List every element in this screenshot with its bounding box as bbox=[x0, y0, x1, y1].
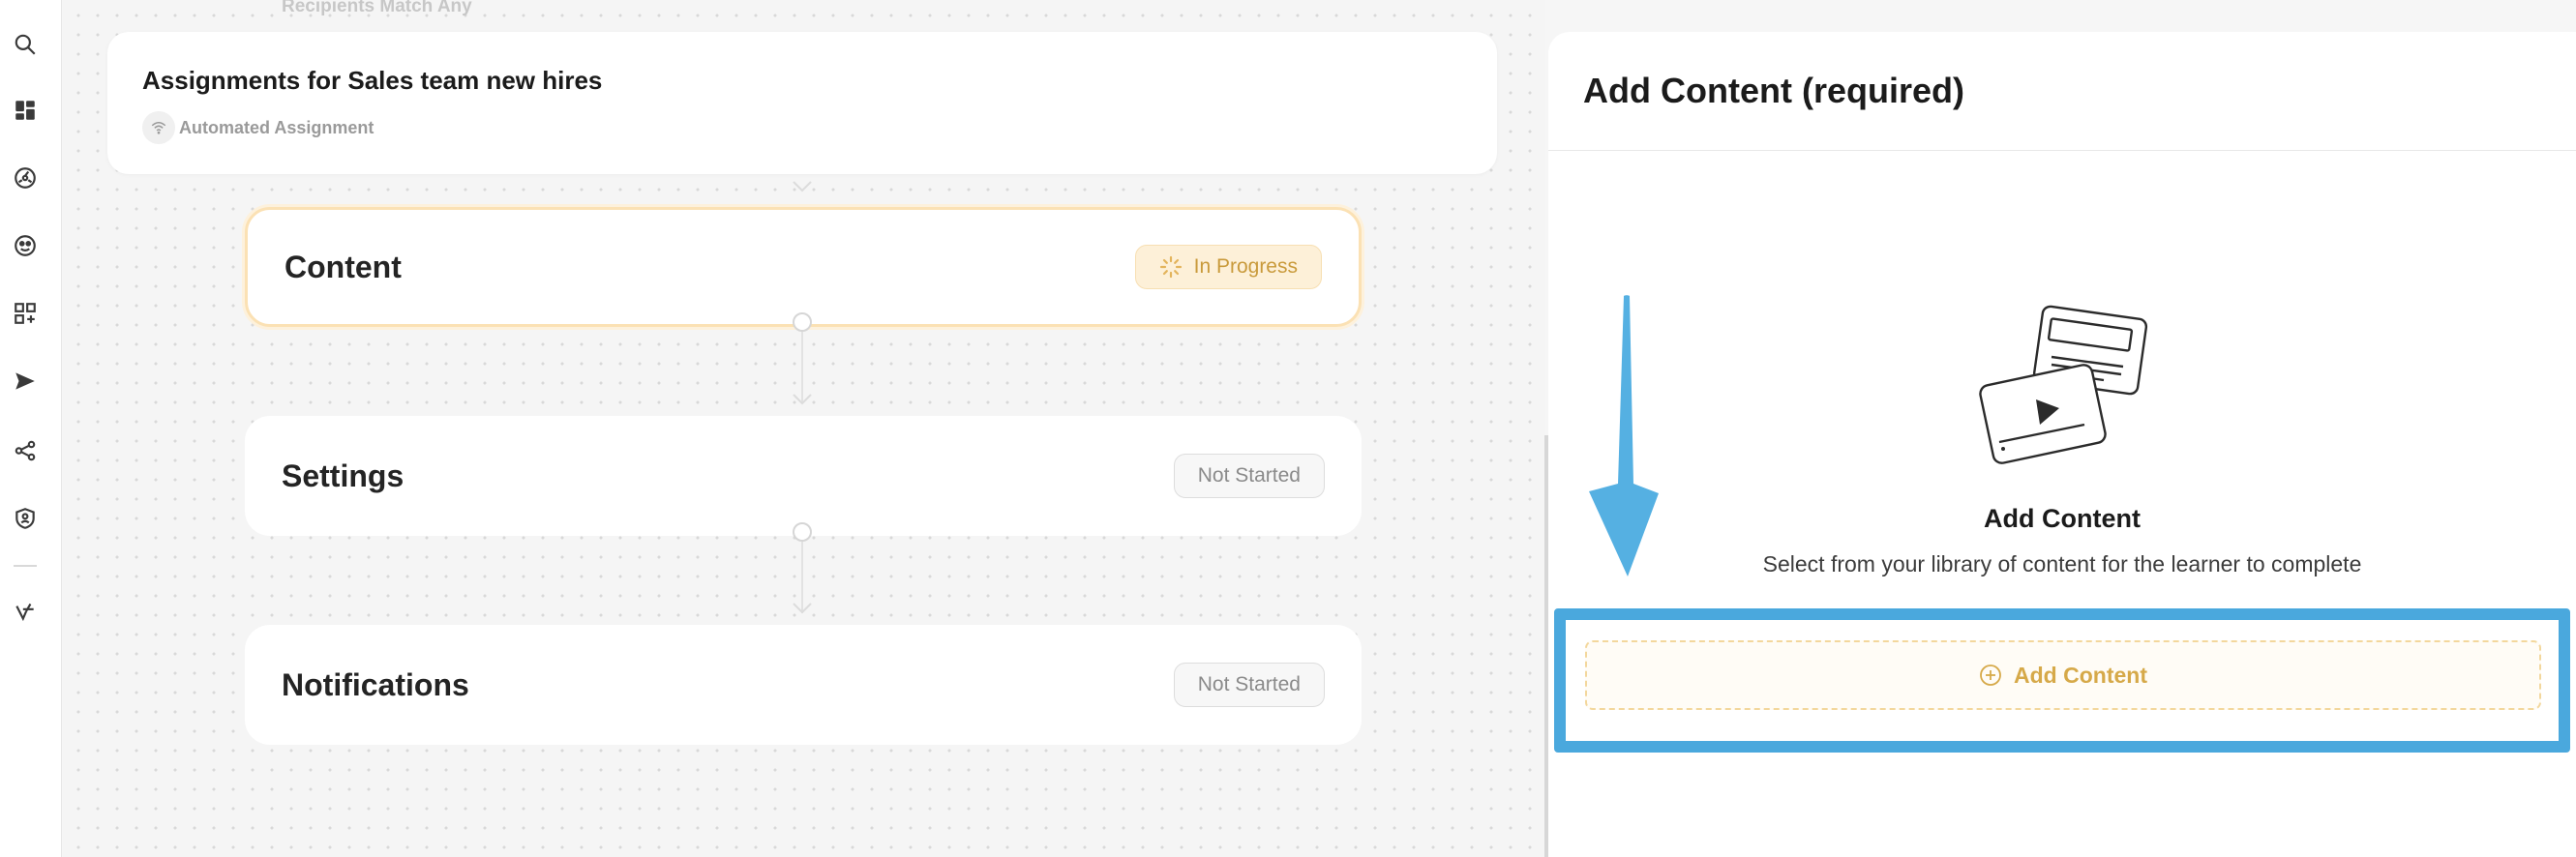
content-library-illustration bbox=[1979, 305, 2148, 464]
empty-state-title: Add Content bbox=[1984, 504, 2141, 533]
connector-arrow-icon bbox=[793, 181, 812, 192]
assignment-header-card: Assignments for Sales team new hires Aut… bbox=[107, 32, 1497, 174]
plus-circle-icon bbox=[1980, 665, 2001, 686]
connector-arrow-icon bbox=[793, 394, 812, 405]
add-content-button-label: Add Content bbox=[2014, 662, 2147, 688]
shield-user-icon[interactable] bbox=[12, 505, 39, 532]
wifi-icon bbox=[142, 111, 175, 144]
panel-divider bbox=[1548, 150, 2576, 151]
icon-rail bbox=[0, 0, 62, 857]
rail-divider bbox=[14, 565, 37, 567]
connector-dot bbox=[793, 312, 812, 332]
share-icon[interactable] bbox=[12, 437, 39, 464]
step-title: Notifications bbox=[282, 666, 469, 702]
add-content-panel: Add Content (required) Add Content Selec… bbox=[1548, 32, 2576, 857]
status-badge: Not Started bbox=[1173, 663, 1325, 707]
logo-icon[interactable] bbox=[12, 598, 39, 625]
step-notifications-card[interactable]: Notifications Not Started bbox=[245, 625, 1362, 745]
apps-add-icon[interactable] bbox=[12, 300, 39, 327]
step-content-card[interactable]: Content In Progress bbox=[245, 207, 1362, 327]
status-badge-label: Not Started bbox=[1197, 464, 1301, 487]
step-title: Content bbox=[285, 249, 402, 284]
assignment-type-label: Automated Assignment bbox=[179, 117, 374, 137]
panel-title: Add Content (required) bbox=[1583, 71, 1964, 110]
assignment-type: Automated Assignment bbox=[142, 111, 374, 144]
search-icon[interactable] bbox=[12, 31, 39, 58]
masks-icon[interactable] bbox=[12, 232, 39, 259]
add-content-button[interactable]: Add Content bbox=[1585, 640, 2541, 710]
dial-icon[interactable] bbox=[12, 164, 39, 192]
status-badge: Not Started bbox=[1173, 454, 1325, 498]
status-badge-label: Not Started bbox=[1197, 673, 1301, 695]
workflow-canvas: Recipients Match Any Assignments for Sal… bbox=[63, 0, 1545, 857]
status-badge: In Progress bbox=[1134, 245, 1322, 289]
connector-dot bbox=[793, 522, 812, 542]
step-title: Settings bbox=[282, 458, 404, 493]
send-icon[interactable] bbox=[12, 368, 39, 395]
spinner-icon bbox=[1159, 255, 1182, 279]
recipients-match-label: Recipients Match Any bbox=[282, 0, 472, 16]
dashboard-icon[interactable] bbox=[12, 97, 39, 124]
step-settings-card[interactable]: Settings Not Started bbox=[245, 416, 1362, 536]
status-badge-label: In Progress bbox=[1193, 255, 1298, 278]
assignment-title: Assignments for Sales team new hires bbox=[142, 66, 603, 95]
connector-arrow-icon bbox=[793, 603, 812, 614]
empty-state-description: Select from your library of content for … bbox=[1762, 551, 2362, 576]
